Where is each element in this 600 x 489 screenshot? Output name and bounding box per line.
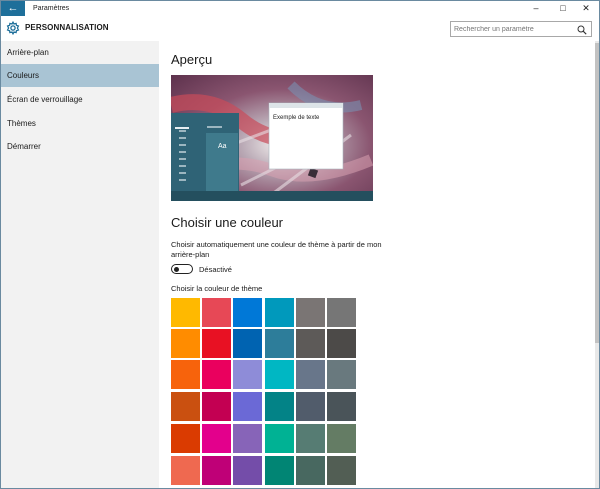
color-swatch[interactable] [327, 392, 356, 421]
color-swatch[interactable] [202, 392, 231, 421]
title-bar: ← Paramètres – □ ✕ [1, 1, 599, 16]
search-input[interactable] [454, 24, 572, 35]
section-title: PERSONNALISATION [25, 23, 109, 32]
color-swatch[interactable] [327, 456, 356, 485]
color-swatch[interactable] [202, 329, 231, 358]
gear-icon [6, 21, 20, 35]
sidebar-item-label: Arrière-plan [7, 48, 49, 57]
color-swatch[interactable] [296, 298, 325, 327]
color-swatch[interactable] [233, 360, 262, 389]
color-swatch[interactable] [265, 298, 294, 327]
sidebar: Arrière-plan Couleurs Écran de verrouill… [1, 41, 159, 488]
color-swatch[interactable] [265, 424, 294, 453]
scrollbar[interactable] [595, 41, 599, 488]
scrollbar-thumb[interactable] [595, 43, 599, 343]
theme-color-label: Choisir la couleur de thème [171, 284, 263, 293]
color-swatch[interactable] [265, 360, 294, 389]
maximize-icon: □ [560, 3, 566, 13]
color-swatch[interactable] [171, 329, 200, 358]
color-swatch[interactable] [171, 298, 200, 327]
color-swatch[interactable] [296, 329, 325, 358]
page-header: PERSONNALISATION [1, 16, 599, 41]
color-swatch[interactable] [296, 424, 325, 453]
color-swatch-grid [171, 298, 361, 488]
color-swatch[interactable] [233, 424, 262, 453]
color-swatch[interactable] [171, 456, 200, 485]
theme-preview: Aa Exemple de texte [171, 75, 373, 201]
sidebar-item-label: Démarrer [7, 142, 41, 151]
color-swatch[interactable] [327, 360, 356, 389]
close-button[interactable]: ✕ [573, 1, 599, 16]
color-swatch[interactable] [202, 456, 231, 485]
color-swatch[interactable] [327, 298, 356, 327]
sidebar-item-themes[interactable]: Thèmes [1, 112, 159, 135]
color-swatch[interactable] [327, 329, 356, 358]
back-arrow-icon: ← [7, 2, 19, 14]
color-swatch[interactable] [171, 392, 200, 421]
color-swatch[interactable] [233, 298, 262, 327]
color-swatch[interactable] [296, 456, 325, 485]
auto-color-toggle[interactable] [171, 264, 193, 274]
minimize-icon: – [533, 3, 539, 13]
preview-sample-text: Exemple de texte [273, 115, 320, 121]
auto-color-label: Choisir automatiquement une couleur de t… [171, 240, 382, 259]
minimize-button[interactable]: – [523, 1, 549, 16]
sidebar-item-couleurs[interactable]: Couleurs [1, 64, 159, 87]
color-swatch[interactable] [233, 329, 262, 358]
sidebar-item-arriere-plan[interactable]: Arrière-plan [1, 41, 159, 64]
color-swatch[interactable] [233, 456, 262, 485]
choose-color-heading: Choisir une couleur [171, 215, 284, 230]
color-swatch[interactable] [202, 360, 231, 389]
window-title: Paramètres [33, 5, 70, 12]
color-swatch[interactable] [171, 424, 200, 453]
color-swatch[interactable] [265, 329, 294, 358]
main-content: Aperçu Aa Exemple de texte Choisir une c… [159, 41, 599, 488]
color-swatch[interactable] [265, 456, 294, 485]
color-swatch[interactable] [296, 360, 325, 389]
sidebar-item-label: Couleurs [7, 71, 40, 80]
color-swatch[interactable] [202, 298, 231, 327]
color-swatch[interactable] [233, 392, 262, 421]
color-swatch[interactable] [202, 424, 231, 453]
preview-heading: Aperçu [171, 52, 213, 67]
color-swatch[interactable] [327, 424, 356, 453]
sidebar-item-label: Écran de verrouillage [7, 95, 83, 104]
color-swatch[interactable] [171, 360, 200, 389]
back-button[interactable]: ← [1, 1, 25, 16]
toggle-state-label: Désactivé [199, 265, 232, 274]
color-swatch[interactable] [296, 392, 325, 421]
search-box[interactable] [450, 21, 592, 37]
preview-tile-text: Aa [218, 143, 227, 150]
sidebar-item-ecran-verrouillage[interactable]: Écran de verrouillage [1, 88, 159, 111]
sidebar-item-demarrer[interactable]: Démarrer [1, 135, 159, 158]
sidebar-item-label: Thèmes [7, 119, 36, 128]
settings-window: ← Paramètres – □ ✕ PERSONNALISATION Arri… [0, 0, 600, 489]
close-icon: ✕ [582, 3, 590, 13]
toggle-knob [174, 266, 179, 272]
color-swatch[interactable] [265, 392, 294, 421]
search-icon[interactable] [577, 25, 587, 35]
